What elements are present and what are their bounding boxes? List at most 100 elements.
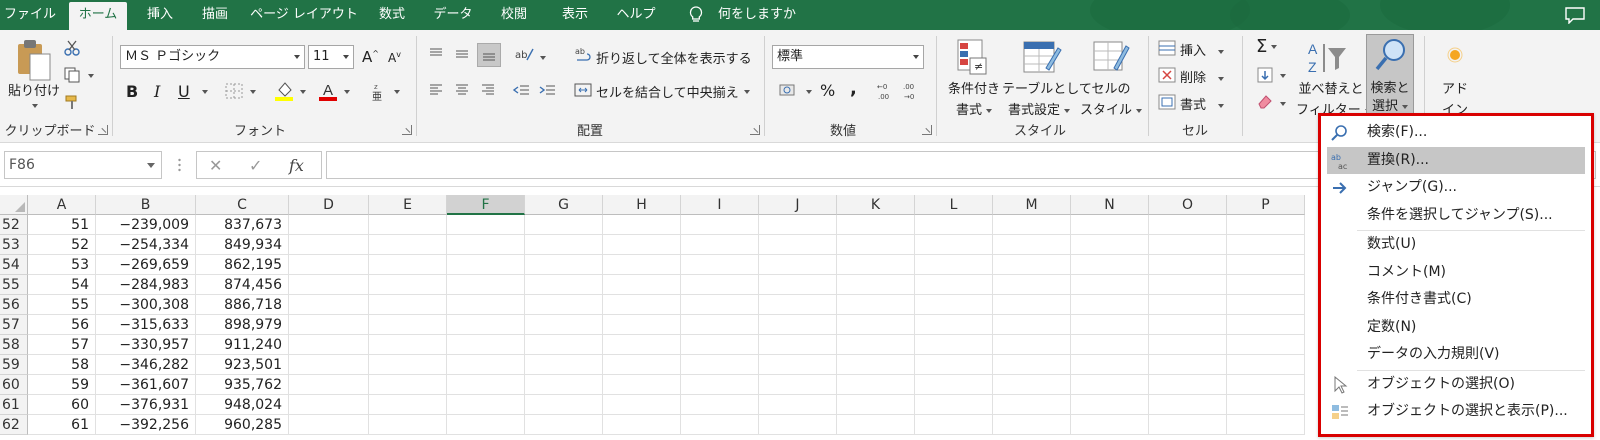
menu-item-0[interactable]: 検索(F)...: [1327, 119, 1585, 146]
cell-j[interactable]: [759, 295, 837, 315]
format-as-table-icon[interactable]: [1022, 38, 1062, 78]
cell-o[interactable]: [1149, 295, 1227, 315]
insert-function-button[interactable]: fx: [289, 156, 304, 175]
cell-p[interactable]: [1227, 275, 1305, 295]
cell-a[interactable]: 55: [28, 295, 96, 315]
column-header-d[interactable]: D: [289, 195, 369, 215]
cell-b[interactable]: −269,659: [96, 255, 196, 275]
align-center-icon[interactable]: [454, 82, 470, 98]
number-launcher[interactable]: [922, 125, 932, 135]
cell-a[interactable]: 54: [28, 275, 96, 295]
cell-m[interactable]: [993, 395, 1071, 415]
merge-center-dropdown[interactable]: [740, 84, 750, 99]
underline-dropdown[interactable]: [198, 84, 208, 99]
cell-i[interactable]: [681, 355, 759, 375]
cell-l[interactable]: [915, 355, 993, 375]
align-top-icon[interactable]: [428, 46, 444, 62]
cell-j[interactable]: [759, 255, 837, 275]
cell-j[interactable]: [759, 235, 837, 255]
cell-k[interactable]: [837, 275, 915, 295]
menu-item-2[interactable]: ジャンプ(G)...: [1327, 174, 1585, 201]
row-header[interactable]: 56: [0, 295, 28, 315]
conditional-formatting-button[interactable]: 条件付き 書式: [946, 78, 1002, 118]
cell-d[interactable]: [289, 335, 369, 355]
cell-m[interactable]: [993, 255, 1071, 275]
column-header-l[interactable]: L: [915, 195, 993, 215]
grow-font-button[interactable]: A^: [362, 48, 379, 66]
border-dropdown[interactable]: [246, 84, 256, 99]
cell-d[interactable]: [289, 355, 369, 375]
cell-l[interactable]: [915, 275, 993, 295]
column-header-g[interactable]: G: [525, 195, 603, 215]
cell-n[interactable]: [1071, 235, 1149, 255]
cell-a[interactable]: 52: [28, 235, 96, 255]
clear-icon[interactable]: [1256, 92, 1274, 110]
cell-h[interactable]: [603, 235, 681, 255]
tab-9[interactable]: ヘルプ: [608, 0, 664, 30]
cell-j[interactable]: [759, 375, 837, 395]
column-header-p[interactable]: P: [1227, 195, 1305, 215]
cell-j[interactable]: [759, 215, 837, 235]
addins-icon[interactable]: [1444, 44, 1466, 66]
cell-h[interactable]: [603, 355, 681, 375]
paste-button[interactable]: 貼り付け: [8, 80, 60, 99]
cell-k[interactable]: [837, 355, 915, 375]
cell-c[interactable]: 948,024: [196, 395, 289, 415]
fill-icon[interactable]: [1256, 66, 1274, 84]
cell-styles-icon[interactable]: [1092, 38, 1130, 78]
cell-f[interactable]: [447, 235, 525, 255]
alignment-launcher[interactable]: [750, 125, 760, 135]
cell-g[interactable]: [525, 255, 603, 275]
cell-p[interactable]: [1227, 215, 1305, 235]
cell-l[interactable]: [915, 335, 993, 355]
cell-i[interactable]: [681, 255, 759, 275]
row-header[interactable]: 61: [0, 395, 28, 415]
cell-i[interactable]: [681, 335, 759, 355]
cell-n[interactable]: [1071, 255, 1149, 275]
cell-c[interactable]: 837,673: [196, 215, 289, 235]
cancel-entry-icon[interactable]: ✕: [209, 156, 222, 175]
insert-cells-button[interactable]: 挿入: [1180, 40, 1225, 59]
cell-g[interactable]: [525, 415, 603, 435]
fill-color-dropdown[interactable]: [296, 84, 306, 99]
cell-n[interactable]: [1071, 415, 1149, 435]
cell-f[interactable]: [447, 395, 525, 415]
cell-f[interactable]: [447, 355, 525, 375]
cell-g[interactable]: [525, 295, 603, 315]
bold-button[interactable]: B: [126, 82, 138, 101]
cell-n[interactable]: [1071, 335, 1149, 355]
column-header-f[interactable]: F: [447, 195, 525, 215]
cell-l[interactable]: [915, 215, 993, 235]
cell-p[interactable]: [1227, 395, 1305, 415]
shrink-font-button[interactable]: Av: [388, 50, 401, 65]
cell-n[interactable]: [1071, 375, 1149, 395]
row-header[interactable]: 58: [0, 335, 28, 355]
cell-a[interactable]: 58: [28, 355, 96, 375]
column-header-i[interactable]: I: [681, 195, 759, 215]
wrap-text-button[interactable]: 折り返して全体を表示する: [596, 48, 752, 67]
cell-l[interactable]: [915, 255, 993, 275]
cell-p[interactable]: [1227, 235, 1305, 255]
menu-item-12[interactable]: オブジェクトの選択と表示(P)...: [1327, 398, 1585, 425]
cell-c[interactable]: 874,456: [196, 275, 289, 295]
cell-e[interactable]: [369, 355, 447, 375]
sort-filter-icon[interactable]: AZ: [1306, 38, 1348, 78]
cell-g[interactable]: [525, 335, 603, 355]
cell-n[interactable]: [1071, 355, 1149, 375]
column-header-h[interactable]: H: [603, 195, 681, 215]
cell-c[interactable]: 898,979: [196, 315, 289, 335]
find-select-button[interactable]: 検索と 選択: [1366, 34, 1414, 114]
cell-n[interactable]: [1071, 295, 1149, 315]
cell-m[interactable]: [993, 415, 1071, 435]
cell-m[interactable]: [993, 315, 1071, 335]
cell-g[interactable]: [525, 215, 603, 235]
clipboard-launcher[interactable]: [98, 125, 108, 135]
format-painter-icon[interactable]: [64, 94, 80, 110]
increase-decimal-icon[interactable]: ←0.00: [876, 80, 898, 102]
cell-p[interactable]: [1227, 295, 1305, 315]
cell-a[interactable]: 56: [28, 315, 96, 335]
name-box[interactable]: F86: [4, 151, 162, 179]
cell-i[interactable]: [681, 215, 759, 235]
cell-p[interactable]: [1227, 415, 1305, 435]
cell-g[interactable]: [525, 375, 603, 395]
